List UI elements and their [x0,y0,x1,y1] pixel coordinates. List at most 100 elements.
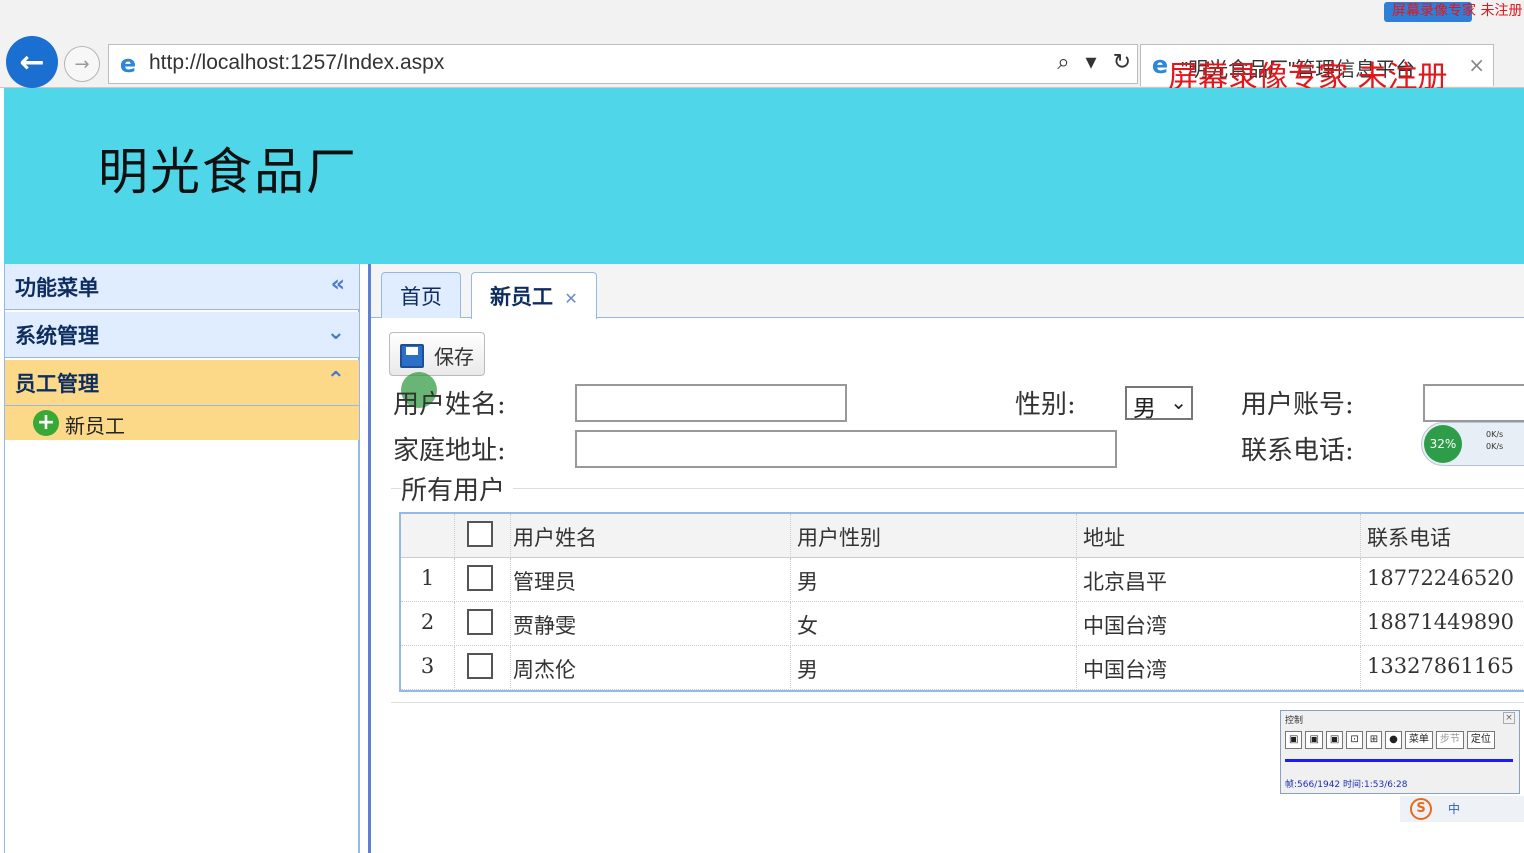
row-select-cell [455,602,511,646]
row-index: 2 [401,602,455,646]
pause-icon[interactable]: ▣ [1305,731,1323,749]
row-checkbox[interactable] [467,609,493,635]
cell-name: 贾静雯 [511,602,791,646]
row-index: 1 [401,558,455,602]
row-index: 3 [401,646,455,690]
tabs-bar: 首页 新员工 ✕ [371,264,1524,319]
sidebar-section-label: 员工管理 [15,371,99,396]
sidebar-menu-title: 功能菜单 [15,275,99,300]
search-icon[interactable]: ⌕ [1057,50,1069,75]
table-row[interactable]: 3 周杰伦 男 中国台湾 13327861165 [401,646,1524,690]
grid-header-row: 用户姓名 用户性别 地址 联系电话 [401,514,1524,558]
tab-label: 新员工 [490,284,553,309]
chevron-down-icon: ⌄ [1170,390,1187,414]
collapse-left-icon[interactable]: « [331,272,345,297]
cell-name: 周杰伦 [511,646,791,690]
arrow-left-icon: ← [19,44,45,80]
net-down: 0K/s [1486,442,1504,451]
sidebar-section-label: 系统管理 [15,323,99,348]
stop-icon[interactable]: ▣ [1325,731,1344,749]
recorder-buttons: ▣ ▣ ▣ ⊡ ⊞ ● 菜单 步节 定位 [1285,731,1495,749]
cell-phone: 18772246520 [1367,566,1514,590]
network-speed-widget[interactable]: 32% 0K/s 0K/s [1421,422,1524,466]
tab-label: 首页 [400,285,442,309]
close-icon[interactable]: ✕ [564,289,577,308]
cell-gender: 男 [791,646,1077,690]
recorder-menu-button[interactable]: 菜单 [1404,731,1433,749]
save-label: 保存 [434,345,474,369]
tab-new-employee[interactable]: 新员工 ✕ [471,272,597,319]
gender-select[interactable]: 男 ⌄ [1125,386,1193,422]
refresh-icon[interactable]: ↻ [1113,50,1131,75]
recorder-progress-track[interactable] [1285,759,1513,762]
sogou-icon[interactable]: S [1410,798,1432,820]
grid-index-header [401,514,455,558]
cell-phone: 18871449890 [1367,610,1514,634]
plus-icon: + [33,410,59,436]
browser-chrome: 屏幕录像专家 未注册 ← → e http://localhost:1257/I… [0,0,1524,95]
close-icon[interactable]: × [1468,53,1485,77]
recorder-locate-button[interactable]: 定位 [1466,731,1495,749]
ime-indicator[interactable]: 中 [1448,802,1460,816]
watermark-small: 屏幕录像专家 未注册 [1392,3,1523,19]
address-bar[interactable]: e http://localhost:1257/Index.aspx ⌕ ▾ ↻ [108,44,1138,84]
address-input[interactable] [575,430,1117,468]
cell-gender: 男 [791,558,1077,602]
recorder-control-panel: 控制 × ▣ ▣ ▣ ⊡ ⊞ ● 菜单 步节 定位 帧:566/1942 时间:… [1280,710,1520,794]
net-up: 0K/s [1486,430,1504,439]
table-row[interactable]: 1 管理员 男 北京昌平 18772246520 [401,558,1524,602]
column-header-address[interactable]: 地址 [1077,514,1361,558]
sidebar-section-system[interactable]: 系统管理 ⌄ [5,312,359,358]
cell-name: 管理员 [511,558,791,602]
phone-label: 联系电话: [1241,436,1354,466]
fit-icon[interactable]: ⊞ [1365,731,1383,749]
chevron-double-up-icon[interactable]: ⌃ [327,368,345,393]
sidebar: 功能菜单 « 系统管理 ⌄ 员工管理 ⌃ + 新员工 [4,264,360,853]
user-grid: 用户姓名 用户性别 地址 联系电话 1 管理员 男 北京昌平 187722465… [399,512,1524,692]
row-checkbox[interactable] [467,565,493,591]
page-title: 明光食品厂 [98,143,358,201]
fullscreen-icon[interactable]: ⊡ [1346,731,1363,749]
cell-address: 北京昌平 [1077,558,1361,602]
play-icon[interactable]: ▣ [1285,731,1303,749]
sidebar-menu-header[interactable]: 功能菜单 « [5,264,359,310]
chevron-double-down-icon[interactable]: ⌄ [327,320,345,345]
column-header-name[interactable]: 用户姓名 [511,514,791,558]
close-icon[interactable]: × [1503,712,1515,724]
net-percent: 32% [1424,425,1462,463]
username-label: 用户姓名: [393,390,506,420]
row-checkbox[interactable] [467,653,493,679]
column-header-phone[interactable]: 联系电话 [1361,514,1524,558]
dropdown-icon[interactable]: ▾ [1086,50,1097,75]
recorder-step-button[interactable]: 步节 [1435,731,1464,749]
save-icon [400,344,424,368]
row-select-cell [455,558,511,602]
divider [391,488,1524,489]
account-input[interactable] [1423,384,1524,422]
tab-home[interactable]: 首页 [381,272,461,318]
username-input[interactable] [575,384,847,422]
recorder-title: 控制 [1285,716,1304,726]
header-banner: 明光食品厂 [4,88,1524,264]
url-text[interactable]: http://localhost:1257/Index.aspx [149,51,444,75]
sidebar-item-new-employee[interactable]: + 新员工 [5,406,359,440]
table-row[interactable]: 2 贾静雯 女 中国台湾 18871449890 [401,602,1524,646]
net-speed: 0K/s 0K/s [1486,429,1503,453]
system-tray: S 中 [1400,796,1524,822]
cell-gender: 女 [791,602,1077,646]
back-button[interactable]: ← [6,36,58,88]
forward-button[interactable]: → [64,46,100,82]
save-button[interactable]: 保存 [389,332,485,376]
gender-value: 男 [1133,396,1156,422]
cell-address: 中国台湾 [1077,646,1361,690]
divider [391,702,1524,703]
recorder-info: 帧:566/1942 时间:1:53/6:28 [1285,780,1408,790]
account-label: 用户账号: [1241,390,1354,420]
record-icon[interactable]: ● [1385,731,1402,749]
grid-title: 所有用户 [401,470,514,507]
row-select-cell [455,646,511,690]
column-header-gender[interactable]: 用户性别 [791,514,1077,558]
select-all-checkbox[interactable] [467,521,493,547]
sidebar-section-employee[interactable]: 员工管理 ⌃ [5,360,359,406]
address-label: 家庭地址: [393,436,506,466]
